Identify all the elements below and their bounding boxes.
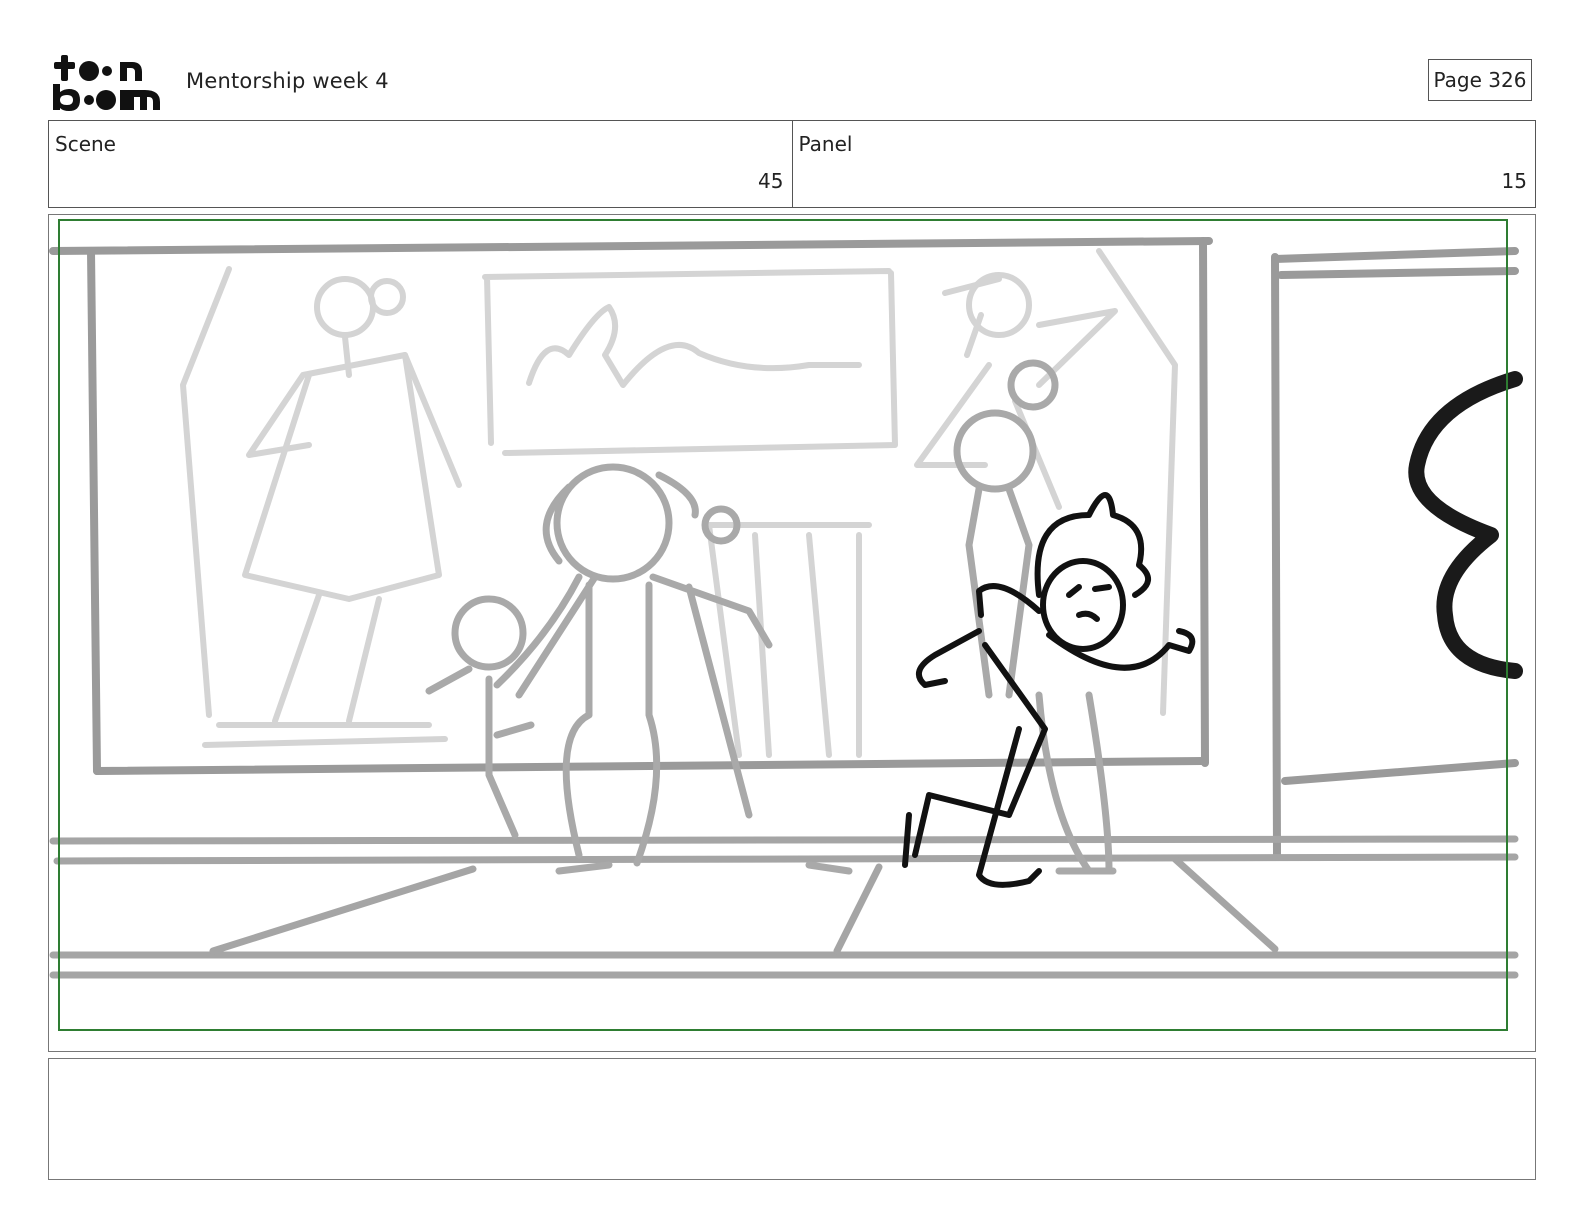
panel-number: 15	[1501, 169, 1527, 193]
safe-area-border	[58, 219, 1508, 1031]
background-characters	[425, 359, 1117, 875]
right-edge-object	[1408, 371, 1523, 679]
panel-notes-box[interactable]	[48, 1058, 1536, 1180]
project-title: Mentorship week 4	[186, 69, 389, 93]
scene-label: Scene	[55, 132, 116, 156]
scene-cell: Scene 45	[49, 121, 792, 207]
foreground-character	[902, 492, 1196, 888]
mannequin-left	[180, 266, 462, 748]
panel-cell: Panel 15	[791, 121, 1536, 207]
painting-sketch	[482, 268, 898, 456]
sidewalk-lines	[49, 835, 1519, 979]
scene-panel-info-bar: Scene 45 Panel 15	[48, 120, 1536, 208]
storyboard-sketch	[49, 219, 1523, 1031]
page-number: Page 326	[1428, 59, 1532, 101]
toon-boom-logo	[53, 55, 160, 111]
storyboard-panel	[48, 214, 1536, 1052]
shop-window-frame	[49, 237, 1519, 859]
panel-label: Panel	[798, 132, 853, 156]
scene-number: 45	[758, 169, 784, 193]
